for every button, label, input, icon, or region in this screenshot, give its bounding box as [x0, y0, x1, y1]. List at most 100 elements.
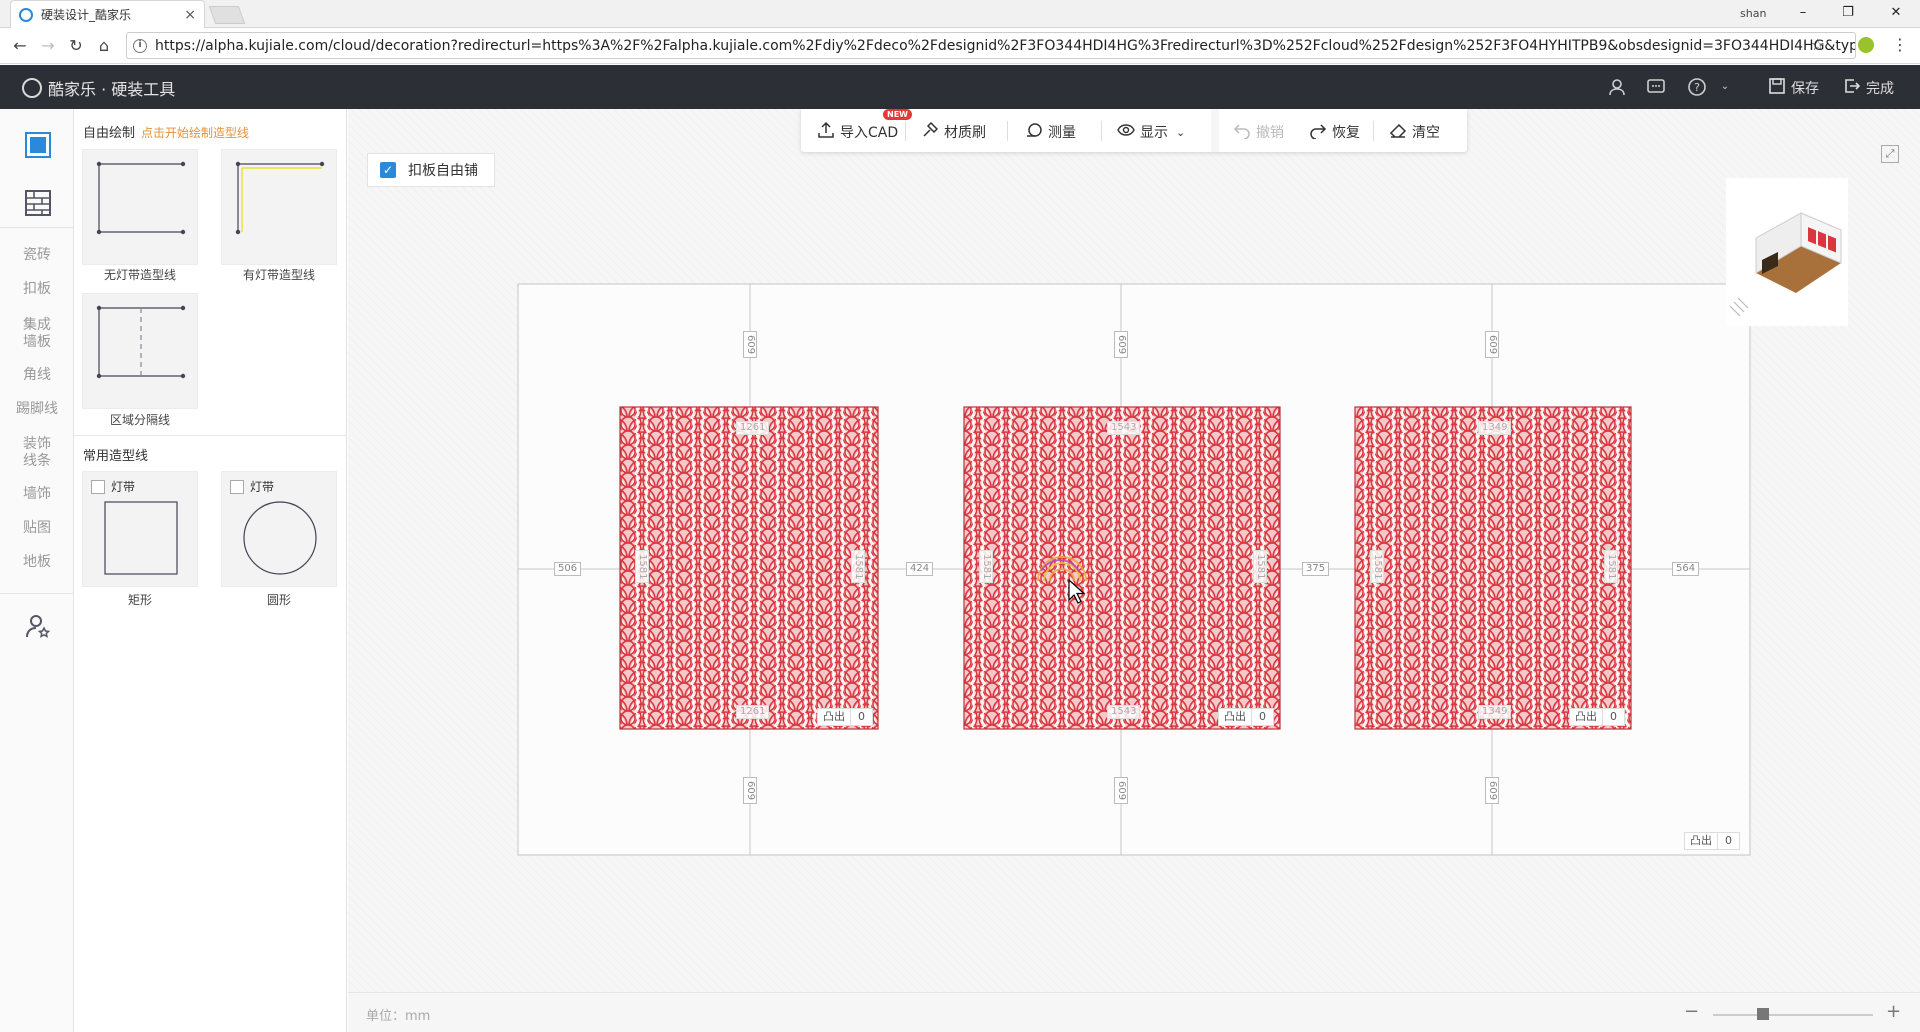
rail-divider: [0, 593, 74, 594]
back-arrow-icon[interactable]: ←: [10, 36, 30, 56]
lightstrip-checkbox[interactable]: 灯带: [230, 478, 274, 495]
shape-tile-area-divider[interactable]: [82, 293, 198, 409]
lightstrip-checkbox-box[interactable]: [91, 479, 105, 494]
mouse-cursor-icon: [1068, 579, 1086, 604]
panel-3-width-dim-bottom[interactable]: 1349: [1478, 705, 1512, 719]
protrude-label: 凸出: [1575, 710, 1597, 723]
protrude-value[interactable]: 0: [1602, 709, 1624, 725]
rail-item-floor[interactable]: 地板: [0, 554, 74, 571]
url-input[interactable]: i https://alpha.kujiale.com/cloud/decora…: [126, 32, 1856, 59]
lightstrip-checkbox-box[interactable]: [230, 479, 244, 494]
browser-addressbar: ← → ↻ ⌂ i https://alpha.kujiale.com/clou…: [0, 28, 1920, 64]
user-profile-icon[interactable]: [1606, 77, 1628, 97]
protrude-value[interactable]: 0: [1717, 833, 1739, 849]
design-canvas[interactable]: 导入CAD NEW 材质刷 测量 显示 ⌄ 撤销 恢复 清空 ✓ 扣板自由铺 6…: [348, 109, 1920, 1032]
room-3d-preview[interactable]: [1726, 178, 1848, 326]
protrude-value[interactable]: 0: [1251, 709, 1273, 725]
free-draw-hint: 点击开始绘制造型线: [141, 126, 250, 140]
panel-1-top-dim[interactable]: 609: [743, 331, 757, 359]
decor-panel-3: [1354, 406, 1632, 730]
panel-1-height-dim-right[interactable]: 1581: [851, 550, 865, 584]
brick-tile-icon[interactable]: [24, 189, 52, 217]
save-button[interactable]: 保存: [1768, 77, 1819, 99]
shape-label: 矩形: [127, 593, 152, 607]
home-icon[interactable]: ⌂: [94, 36, 114, 56]
browser-menu-icon[interactable]: ⋮: [1892, 35, 1908, 54]
browser-tab[interactable]: 硬装设计_酷家乐 ×: [10, 0, 205, 28]
lightstrip-checkbox[interactable]: 灯带: [91, 478, 135, 495]
zoom-slider[interactable]: [1713, 1014, 1873, 1016]
rail-item-decal[interactable]: 贴图: [0, 520, 74, 537]
gap-left-dim[interactable]: 506: [554, 562, 582, 576]
kujiale-favicon-icon: [19, 7, 33, 22]
new-tab-button[interactable]: [208, 6, 246, 24]
rail-divider: [0, 227, 74, 228]
finish-label: 完成: [1866, 81, 1894, 97]
shape-tile-no-lightstrip[interactable]: [82, 149, 198, 265]
rail-item-tile[interactable]: 瓷砖: [0, 247, 74, 264]
gap-right-dim[interactable]: 564: [1672, 562, 1700, 576]
panel-3-top-dim[interactable]: 609: [1485, 331, 1499, 359]
zoom-slider-thumb[interactable]: [1757, 1008, 1769, 1020]
wall-face-icon[interactable]: [24, 131, 52, 159]
extension-icon[interactable]: [1858, 37, 1874, 53]
panel-3-width-dim[interactable]: 1349: [1478, 421, 1512, 435]
panel-2-height-dim[interactable]: 1581: [979, 550, 993, 584]
user-settings-icon[interactable]: [24, 612, 52, 640]
panel-2-width-dim[interactable]: 1543: [1107, 421, 1141, 435]
rail-item-panel[interactable]: 扣板: [0, 281, 74, 298]
expand-view-icon[interactable]: ⤢: [1881, 145, 1899, 163]
panel-2-top-dim[interactable]: 609: [1114, 331, 1128, 359]
site-info-icon[interactable]: i: [133, 38, 147, 53]
message-icon[interactable]: [1645, 77, 1667, 97]
browser-user-label[interactable]: shan: [1740, 7, 1766, 20]
shape-tile-circle[interactable]: 灯带: [221, 471, 337, 587]
panel-3-height-dim-right[interactable]: 1581: [1604, 550, 1618, 584]
gap-mid2-dim[interactable]: 375: [1302, 562, 1330, 576]
panel-2-bottom-dim[interactable]: 609: [1114, 777, 1128, 805]
reload-icon[interactable]: ↻: [66, 36, 86, 56]
panel-2-height-dim-right[interactable]: 1581: [1253, 550, 1267, 584]
panel-1-width-dim[interactable]: 1261: [736, 421, 770, 435]
panel-3-protrude[interactable]: 凸出 0: [1569, 708, 1625, 726]
app-header: 酷家乐 · 硬装工具 ? ⌄ 保存 完成: [0, 65, 1920, 109]
panel-1-width-dim-bottom[interactable]: 1261: [736, 705, 770, 719]
room-3d-thumbnail: [1729, 212, 1842, 317]
rail-item-decor-lines[interactable]: 装饰 线条: [0, 436, 74, 470]
rail-item-integrated-wallboard[interactable]: 集成 墙板: [0, 317, 74, 351]
protrude-value[interactable]: 0: [850, 709, 872, 725]
help-icon[interactable]: ?: [1686, 77, 1708, 97]
gap-mid1-dim[interactable]: 424: [906, 562, 934, 576]
close-tab-icon[interactable]: ×: [184, 7, 196, 23]
restore-window-icon[interactable]: ❐: [1837, 3, 1859, 23]
bookmark-star-icon[interactable]: ☆: [1811, 35, 1825, 54]
minimize-window-icon[interactable]: –: [1792, 3, 1814, 23]
protrude-label: 凸出: [1224, 710, 1246, 723]
rail-item-corner-line[interactable]: 角线: [0, 367, 74, 384]
wall-drawing[interactable]: [348, 109, 1920, 992]
panel-1-bottom-dim[interactable]: 609: [743, 777, 757, 805]
lightstrip-checkbox-label: 灯带: [250, 480, 275, 494]
rail-item-wall-decor[interactable]: 墙饰: [0, 486, 74, 503]
panel-3-height-dim[interactable]: 1581: [1370, 550, 1384, 584]
zoom-out-icon[interactable]: −: [1684, 1001, 1699, 1022]
shape-tile-with-lightstrip[interactable]: [221, 149, 337, 265]
shape-label: 有灯带造型线: [242, 268, 315, 282]
panel-1-protrude[interactable]: 凸出 0: [817, 708, 873, 726]
app-title: 酷家乐 · 硬装工具: [48, 80, 176, 99]
panel-3-bottom-dim[interactable]: 609: [1485, 777, 1499, 805]
zoom-in-icon[interactable]: +: [1886, 1001, 1901, 1022]
protrude-label: 凸出: [823, 710, 845, 723]
forward-arrow-icon[interactable]: →: [38, 36, 58, 56]
shape-tile-rectangle[interactable]: 灯带: [82, 471, 198, 587]
panel-2-protrude[interactable]: 凸出 0: [1218, 708, 1274, 726]
rail-item-skirting[interactable]: 踢脚线: [0, 401, 74, 418]
panel-1-height-dim[interactable]: 1581: [635, 550, 649, 584]
wall-protrude[interactable]: 凸出 0: [1684, 832, 1740, 850]
chevron-down-icon[interactable]: ⌄: [1714, 81, 1736, 101]
panel-2-width-dim-bottom[interactable]: 1543: [1107, 705, 1141, 719]
finish-button[interactable]: 完成: [1843, 77, 1894, 99]
panel-divider: [74, 435, 347, 436]
close-window-icon[interactable]: ✕: [1885, 3, 1907, 23]
free-draw-title: 自由绘制 点击开始绘制造型线: [83, 122, 249, 141]
